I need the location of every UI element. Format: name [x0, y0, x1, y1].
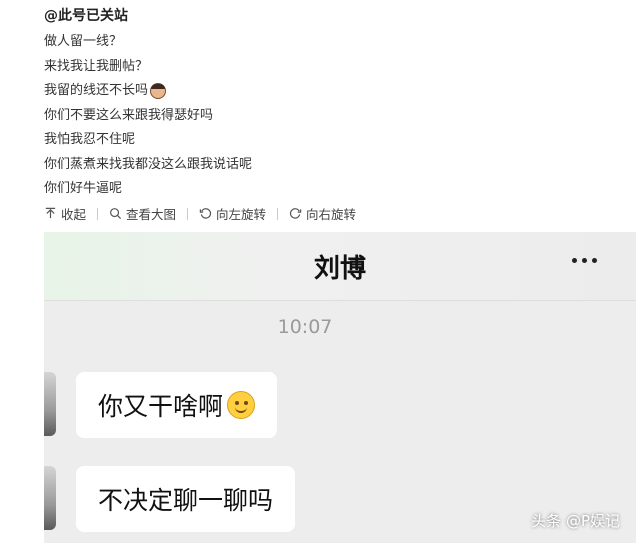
- post-line: 来找我让我删帖？: [44, 58, 149, 74]
- watermark: 头条 @P娱记: [531, 512, 620, 530]
- image-toolbar: 收起 查看大图 向左旋转 向右旋转: [44, 204, 356, 223]
- chat-title: 刘博: [313, 254, 366, 284]
- divider: [277, 207, 279, 220]
- post-line: 你们好牛逼呢: [44, 181, 123, 196]
- smile-emoji-icon: [227, 391, 256, 419]
- cartoon-face-icon: [150, 82, 167, 99]
- post-line: 做人留一线？: [44, 34, 123, 49]
- avatar[interactable]: [44, 372, 56, 436]
- magnifier-icon: [110, 208, 122, 220]
- message-bubble: 不决定聊一聊吗: [76, 466, 296, 532]
- rotate-left-button[interactable]: 向左旋转: [199, 204, 266, 223]
- more-dots-icon[interactable]: [572, 258, 597, 263]
- post-author[interactable]: @此号已关站: [44, 5, 128, 25]
- rotate-left-icon: [199, 208, 212, 219]
- arrow-up-icon: [45, 207, 56, 219]
- post-line: 我留的线还不长吗: [44, 79, 252, 104]
- weibo-post: @此号已关站 做人留一线？ 来找我让我删帖？ 我留的线还不长吗 你们不要这么来跟…: [0, 0, 636, 232]
- divider: [187, 207, 189, 220]
- rotate-right-button[interactable]: 向右旋转: [289, 204, 356, 223]
- divider: [97, 207, 99, 220]
- post-line: 我怕我忍不住呢: [44, 132, 136, 147]
- avatar[interactable]: [44, 466, 56, 530]
- view-large-button[interactable]: 查看大图: [109, 204, 176, 223]
- collapse-button[interactable]: 收起: [44, 204, 86, 223]
- rotate-right-icon: [289, 208, 302, 219]
- post-line: 你们不要这么来跟我得瑟好吗: [44, 107, 214, 123]
- message-bubble: 你又干啥啊: [76, 372, 278, 438]
- chat-screenshot: 刘博 10:07 你又干啥啊 不决定聊一聊吗: [44, 232, 636, 543]
- post-line: 你们蒸煮来找我都没这么跟我说话呢: [44, 156, 253, 172]
- post-text: 做人留一线？ 来找我让我删帖？ 我留的线还不长吗 你们不要这么来跟我得瑟好吗 我…: [44, 30, 252, 202]
- chat-header: 刘博: [44, 232, 636, 301]
- message-timestamp: 10:07: [277, 316, 333, 338]
